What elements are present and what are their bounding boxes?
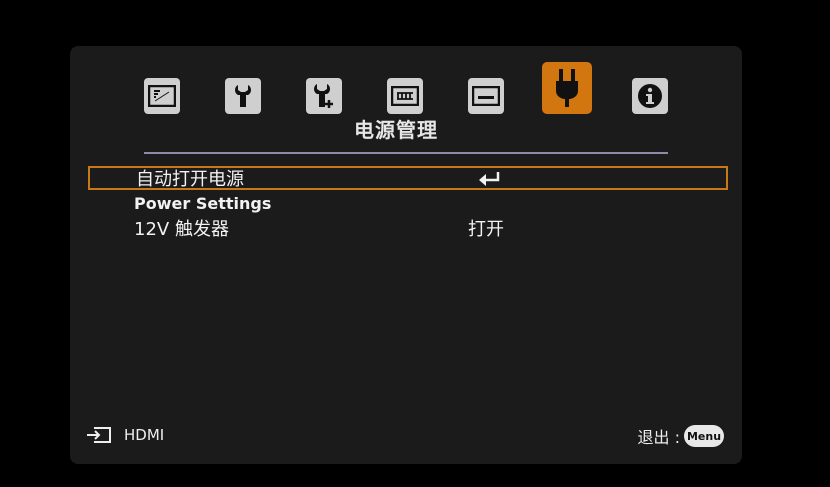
- tab-screen[interactable]: [468, 78, 504, 114]
- tab-power-management[interactable]: [542, 62, 592, 114]
- exit-label: 退出 :: [637, 428, 680, 447]
- display-icon: [391, 86, 419, 106]
- enter-icon: [478, 171, 502, 193]
- wrench-icon: [235, 85, 251, 107]
- menu-row-value: 打开: [468, 219, 504, 240]
- menu-row-power-settings[interactable]: Power Settings: [88, 192, 728, 216]
- input-source-label: HDMI: [124, 426, 165, 444]
- menu-row-label: Power Settings: [134, 194, 272, 213]
- menu-row-label: 自动打开电源: [136, 169, 244, 190]
- picture-icon: [148, 85, 176, 107]
- wrench-plus-icon: [314, 84, 333, 108]
- menu-row-auto-power-on[interactable]: 自动打开电源: [88, 166, 728, 190]
- tab-settings[interactable]: [225, 78, 261, 114]
- input-source-indicator: HDMI: [86, 426, 164, 444]
- tab-advanced-settings[interactable]: [306, 78, 342, 114]
- menu-row-label: 12V 触发器: [134, 219, 229, 240]
- input-source-icon: [87, 427, 111, 443]
- menu-row-12v-trigger[interactable]: 12V 触发器 打开: [88, 218, 728, 242]
- screen-icon: [472, 86, 500, 106]
- title-divider: [144, 152, 668, 154]
- osd-menu-panel: 电源管理 自动打开电源 Power Settings 12V 触发器 打开 HD…: [70, 46, 742, 464]
- info-icon: [638, 84, 662, 108]
- tab-information[interactable]: [632, 78, 668, 114]
- menu-title: 电源管理: [354, 118, 438, 142]
- tab-display[interactable]: [387, 78, 423, 114]
- menu-button[interactable]: Menu: [684, 425, 724, 447]
- power-plug-icon: [556, 69, 578, 107]
- exit-hint: 退出 : Menu: [638, 424, 724, 448]
- tab-picture[interactable]: [144, 78, 180, 114]
